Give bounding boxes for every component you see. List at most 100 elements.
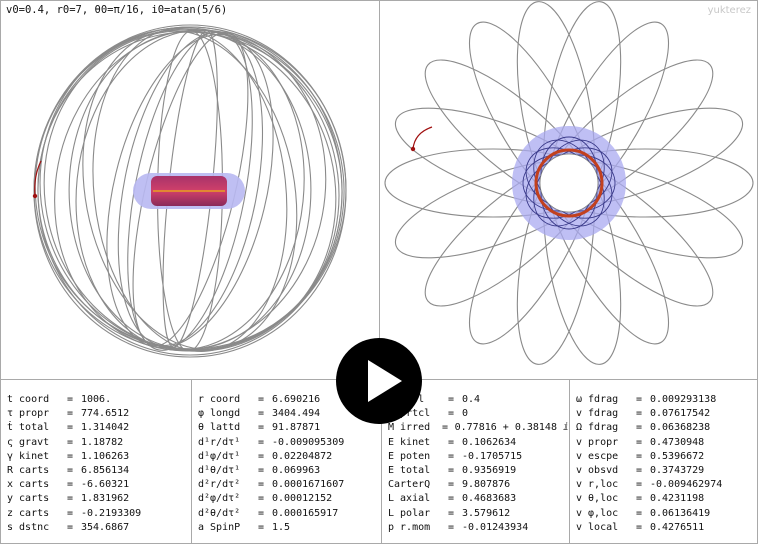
readout-row: v r,loc = -0.009462974 [576, 479, 757, 493]
equals-sign: = [67, 422, 74, 434]
readout-row: d¹φ/dτ¹ = 0.02204872 [198, 451, 381, 465]
readout-row: ṫ total = 1.314042 [7, 422, 191, 436]
equals-sign: = [636, 422, 643, 434]
readout-label: θ lattd [198, 422, 241, 434]
test-particle-top [410, 146, 416, 152]
equals-sign: = [258, 408, 265, 420]
equals-sign: = [258, 464, 265, 476]
readout-label: E total [388, 464, 431, 476]
readout-label: v fdrag [576, 408, 619, 420]
readout-label: p r.mom [388, 521, 431, 533]
readout-row: p r.mom = -0.01243934 [388, 522, 569, 536]
readout-value: 0.009293138 [650, 394, 717, 405]
equals-sign: = [448, 479, 455, 491]
top-view-orbit-plot [384, 1, 754, 365]
readout-label: γ kinet [7, 450, 50, 462]
particle-trail-top [412, 126, 433, 150]
readout-label: M irred [388, 422, 431, 434]
readout-row: v escpe = 0.5396672 [576, 451, 757, 465]
readout-value: 0.02204872 [272, 450, 333, 462]
readout-value: 0.07617542 [650, 408, 711, 420]
equals-sign: = [636, 464, 643, 476]
readout-row: ς gravt = 1.18782 [7, 437, 191, 451]
readout-label: v φ,loc [576, 507, 619, 519]
initial-conditions-label: v0=0.4, r0=7, θ0=π/16, i0=atan(5/6) [6, 4, 228, 16]
equals-sign: = [636, 450, 643, 462]
readout-row: t coord = 1006. [7, 394, 191, 408]
readout-row: x carts = -6.60321 [7, 479, 191, 493]
readout-label: τ propr [7, 408, 50, 420]
readout-value: -0.2193309 [81, 507, 142, 519]
equals-sign: = [636, 493, 643, 505]
readout-value: 0.3743729 [650, 464, 705, 476]
readout-label: v obsvd [576, 464, 619, 476]
readout-label: d¹θ/dτ¹ [198, 464, 241, 476]
readout-value: 774.6512 [81, 408, 130, 420]
readout-row: y carts = 1.831962 [7, 493, 191, 507]
top-view-panel: yukterez [380, 1, 757, 379]
readout-label: z carts [7, 507, 50, 519]
readout-row: v fdrag = 0.07617542 [576, 408, 757, 422]
equals-sign: = [636, 408, 643, 420]
readout-label: CarterQ [388, 479, 431, 491]
readout-label: φ longd [198, 408, 241, 420]
readout-value: 3.579612 [462, 507, 511, 519]
readout-label: E poten [388, 450, 431, 462]
equals-sign: = [258, 479, 265, 491]
readout-value: 6.690216 [272, 394, 321, 405]
readout-value: 1.106263 [81, 450, 130, 462]
readout-row: R carts = 6.856134 [7, 465, 191, 479]
readout-row: E total = 0.9356919 [388, 465, 569, 479]
readout-value: 6.856134 [81, 464, 130, 476]
readout-value: -0.1705715 [462, 450, 523, 462]
readout-value: 0.000165917 [272, 507, 339, 519]
readout-label: R carts [7, 464, 50, 476]
readout-value: 0.4730948 [650, 436, 705, 448]
readout-row: Ω fdrag = 0.06368238 [576, 422, 757, 436]
equals-sign: = [258, 493, 265, 505]
equals-sign: = [67, 464, 74, 476]
readout-value: 0.5396672 [650, 450, 705, 462]
readout-value: 3404.494 [272, 408, 321, 420]
equals-sign: = [442, 422, 449, 434]
equals-sign: = [448, 450, 455, 462]
readout-row: d¹r/dτ¹ = -0.009095309 [198, 437, 381, 451]
equals-sign: = [67, 394, 74, 405]
readout-label: L axial [388, 493, 431, 505]
readout-value: 1.831962 [81, 493, 130, 505]
readout-row: L polar = 3.579612 [388, 508, 569, 522]
play-icon [368, 360, 402, 402]
readout-value: 0.069963 [272, 464, 321, 476]
readout-value: -6.60321 [81, 479, 130, 491]
equals-sign: = [258, 394, 265, 405]
readout-row: d²φ/dτ² = 0.00012152 [198, 493, 381, 507]
readout-value: 0.06136419 [650, 507, 711, 519]
readout-value: 0.1062634 [462, 436, 517, 448]
readout-label: Ω fdrag [576, 422, 619, 434]
readout-label: y carts [7, 493, 50, 505]
readout-value: 0.4 [462, 394, 481, 405]
readout-label: v θ,loc [576, 493, 619, 505]
readout-row: L axial = 0.4683683 [388, 493, 569, 507]
equals-sign: = [448, 394, 455, 405]
readout-label: r coord [198, 394, 241, 405]
readout-column-1: t coord = 1006. τ propr = 774.6512 ṫ total = 1.3… [1, 380, 191, 543]
test-particle [32, 193, 38, 199]
readout-row: d¹θ/dτ¹ = 0.069963 [198, 465, 381, 479]
readout-value: -0.009095309 [272, 436, 345, 448]
readout-label: v propr [576, 436, 619, 448]
readout-label: E kinet [388, 436, 431, 448]
play-button[interactable] [336, 338, 422, 424]
readout-value: 0.77816 + 0.38148 ⅈ [454, 422, 569, 434]
readout-value: 1006. [81, 394, 112, 405]
equals-sign: = [448, 507, 455, 519]
readout-row: z carts = -0.2193309 [7, 508, 191, 522]
equals-sign: = [448, 408, 455, 420]
readout-value: 1.314042 [81, 422, 130, 434]
readout-row: s dstnc = 354.6867 [7, 522, 191, 536]
equals-sign: = [67, 493, 74, 505]
equals-sign: = [258, 436, 265, 448]
readout-label: d¹r/dτ¹ [198, 436, 241, 448]
readout-row: ω fdrag = 0.009293138 [576, 394, 757, 408]
readout-value: 0.4683683 [462, 493, 517, 505]
